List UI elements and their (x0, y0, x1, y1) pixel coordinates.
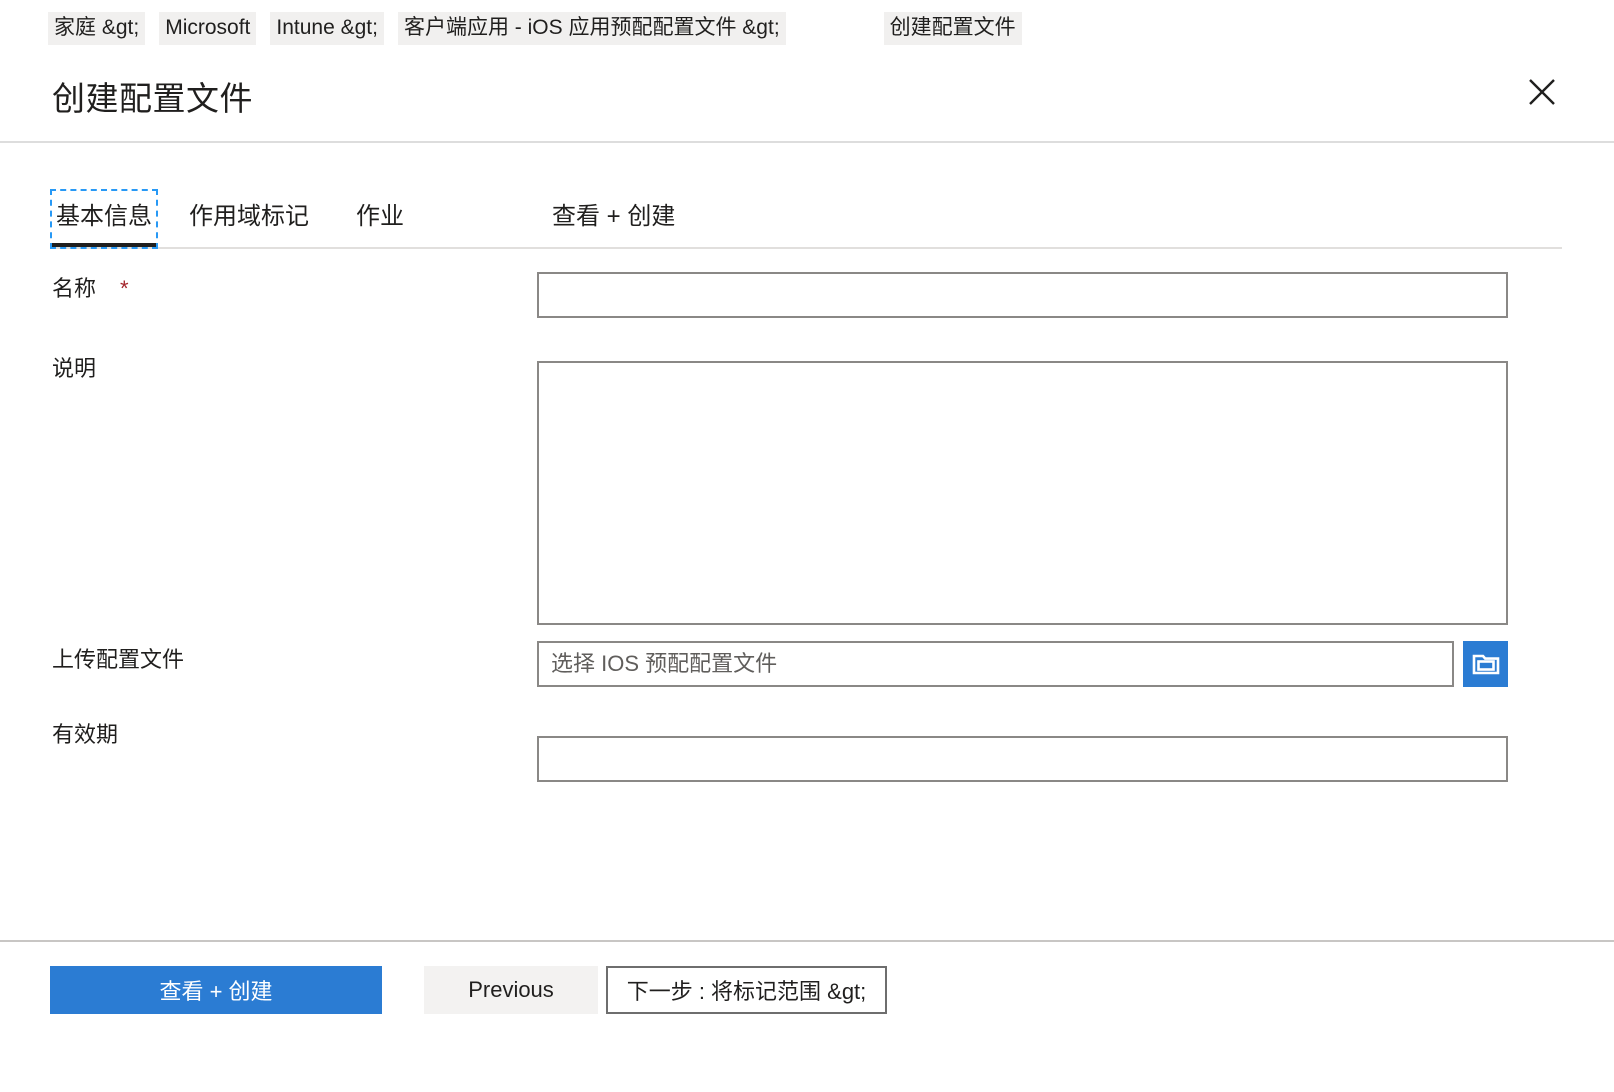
upload-profile-label: 上传配置文件 (52, 647, 185, 672)
description-input[interactable] (537, 361, 1508, 625)
breadcrumb-item-home[interactable]: 家庭 &gt; (48, 11, 146, 45)
close-icon (1527, 77, 1557, 107)
validity-input[interactable] (537, 736, 1508, 782)
next-button[interactable]: 下一步 : 将标记范围 &gt; (606, 966, 887, 1014)
browse-file-button[interactable] (1463, 641, 1508, 687)
tab-basics[interactable]: 基本信息 (50, 189, 158, 249)
page-header: 创建配置文件 (0, 56, 1614, 143)
previous-button[interactable]: Previous (424, 966, 598, 1014)
page-content: 基本信息 作用域标记 作业 查看 + 创建 名称 * 说明 上传配置文件 选择 … (0, 143, 1614, 940)
wizard-tabs: 基本信息 作用域标记 作业 查看 + 创建 (50, 189, 1562, 249)
name-label: 名称 * (52, 275, 129, 303)
close-button[interactable] (1520, 70, 1564, 114)
description-label: 说明 (52, 356, 97, 381)
wizard-footer: 查看 + 创建 Previous 下一步 : 将标记范围 &gt; (0, 940, 1614, 1092)
tab-review-create[interactable]: 查看 + 创建 (548, 191, 679, 243)
name-input[interactable] (537, 272, 1508, 318)
page-title: 创建配置文件 (52, 80, 253, 117)
review-create-button[interactable]: 查看 + 创建 (50, 966, 382, 1014)
breadcrumb: 家庭 &gt; Microsoft Intune &gt; 客户端应用 - iO… (0, 0, 1614, 56)
upload-profile-input[interactable] (537, 641, 1454, 687)
breadcrumb-item-create-profile: 创建配置文件 (883, 11, 1022, 45)
name-label-text: 名称 (52, 276, 97, 301)
required-marker: * (120, 276, 129, 301)
validity-label: 有效期 (52, 722, 119, 747)
tab-scope-tags[interactable]: 作用域标记 (185, 191, 313, 243)
breadcrumb-item-microsoft[interactable]: Microsoft (159, 11, 257, 45)
breadcrumb-item-client-apps[interactable]: 客户端应用 - iOS 应用预配配置文件 &gt; (397, 11, 786, 45)
create-profile-page: 家庭 &gt; Microsoft Intune &gt; 客户端应用 - iO… (0, 0, 1614, 1092)
breadcrumb-item-intune[interactable]: Intune &gt; (270, 11, 384, 45)
folder-icon (1472, 652, 1500, 676)
tab-assignments[interactable]: 作业 (352, 191, 408, 243)
